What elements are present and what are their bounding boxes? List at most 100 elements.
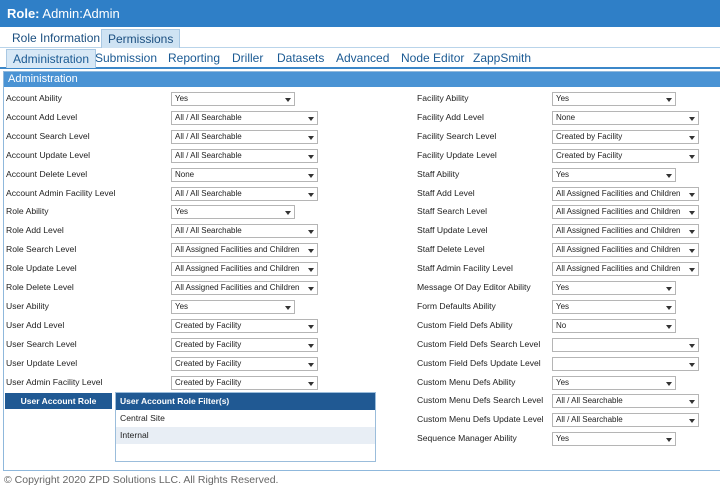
select-user-add-level[interactable]: Created by Facility: [171, 318, 318, 333]
select-facility-add-level[interactable]: None: [552, 110, 699, 125]
chevron-down-icon: [666, 98, 672, 102]
select-custom-field-defs-update-level[interactable]: [552, 356, 699, 371]
select-value: All Assigned Facilities and Children: [556, 264, 681, 274]
chevron-down-icon: [689, 400, 695, 405]
select-role-add-level[interactable]: All / All Searchable: [171, 224, 318, 239]
select-custom-menu-defs-update-level[interactable]: All / All Searchable: [552, 413, 699, 428]
select-value: Yes: [556, 377, 570, 387]
role-filter-dropdown[interactable]: User Account Role Filter(s) Central Site…: [115, 392, 376, 462]
field-label-user-admin-facility-level: User Admin Facility Level: [6, 376, 103, 387]
select-staff-admin-facility-level[interactable]: All Assigned Facilities and Children: [552, 262, 699, 277]
tab-role-information[interactable]: Role Information: [6, 29, 106, 48]
primary-tab-bar: Role Information Permissions: [0, 28, 720, 48]
select-value: Yes: [175, 301, 189, 311]
chevron-down-icon: [689, 268, 695, 273]
field-label-custom-field-defs-update-level: Custom Field Defs Update Level: [417, 357, 541, 368]
chevron-down-icon: [308, 249, 314, 254]
select-user-admin-facility-level[interactable]: Created by Facility: [171, 375, 318, 390]
field-label-user-ability: User Ability: [6, 300, 49, 311]
select-facility-update-level[interactable]: Created by Facility: [552, 148, 699, 163]
select-custom-menu-defs-search-level[interactable]: All / All Searchable: [552, 394, 699, 409]
tab-driller[interactable]: Driller: [226, 49, 269, 68]
select-value: Yes: [175, 207, 189, 217]
section-title: Administration: [4, 72, 720, 87]
select-form-defaults-ability[interactable]: Yes: [552, 299, 676, 314]
select-user-update-level[interactable]: Created by Facility: [171, 356, 318, 371]
tab-zappsmith[interactable]: ZappSmith: [467, 49, 537, 68]
dropdown-option-central-site[interactable]: Central Site: [116, 410, 375, 427]
select-value: All / All Searchable: [175, 131, 242, 141]
field-label-role-ability: Role Ability: [6, 206, 49, 217]
chevron-down-icon: [285, 211, 291, 216]
chevron-down-icon: [689, 116, 695, 121]
select-value: Created by Facility: [175, 320, 242, 330]
tab-submission[interactable]: Submission: [89, 49, 163, 68]
select-account-delete-level[interactable]: None: [171, 167, 318, 182]
select-value: All / All Searchable: [175, 112, 242, 122]
select-account-search-level[interactable]: All / All Searchable: [171, 129, 318, 144]
chevron-down-icon: [666, 438, 672, 443]
chevron-down-icon: [308, 192, 314, 197]
field-label-role-add-level: Role Add Level: [6, 225, 64, 236]
select-account-ability[interactable]: Yes: [171, 92, 295, 106]
select-custom-field-defs-ability[interactable]: No: [552, 318, 676, 333]
select-staff-delete-level[interactable]: All Assigned Facilities and Children: [552, 243, 699, 258]
field-label-facility-ability: Facility Ability: [417, 93, 469, 103]
select-staff-add-level[interactable]: All Assigned Facilities and Children: [552, 186, 699, 201]
select-value: Yes: [175, 94, 189, 103]
field-label-staff-ability: Staff Ability: [417, 168, 460, 179]
select-staff-update-level[interactable]: All Assigned Facilities and Children: [552, 224, 699, 239]
tab-reporting[interactable]: Reporting: [162, 49, 226, 68]
select-role-search-level[interactable]: All Assigned Facilities and Children: [171, 243, 318, 258]
field-label-account-update-level: Account Update Level: [6, 149, 91, 160]
select-account-add-level[interactable]: All / All Searchable: [171, 110, 318, 125]
field-label-staff-admin-facility-level: Staff Admin Facility Level: [417, 263, 513, 274]
select-value: Created by Facility: [175, 339, 242, 349]
select-staff-ability[interactable]: Yes: [552, 167, 676, 182]
secondary-tab-bar: Administration Submission Reporting Dril…: [0, 49, 720, 69]
chevron-down-icon: [689, 211, 695, 216]
select-custom-menu-defs-ability[interactable]: Yes: [552, 375, 676, 390]
tab-node-editor[interactable]: Node Editor: [395, 49, 470, 68]
select-value: No: [556, 320, 567, 330]
select-value: None: [175, 169, 195, 179]
dropdown-option-internal[interactable]: Internal: [116, 427, 375, 444]
select-value: All Assigned Facilities and Children: [556, 188, 681, 198]
title-role-name: Admin:Admin: [42, 6, 120, 21]
select-account-update-level[interactable]: All / All Searchable: [171, 148, 318, 163]
select-staff-search-level[interactable]: All Assigned Facilities and Children: [552, 205, 699, 220]
tab-permissions[interactable]: Permissions: [101, 29, 181, 48]
tab-advanced[interactable]: Advanced: [330, 49, 395, 68]
select-value: Created by Facility: [556, 131, 623, 141]
chevron-down-icon: [285, 305, 291, 310]
select-custom-field-defs-search-level[interactable]: [552, 337, 699, 352]
field-label-message-of-day-editor-ability: Message Of Day Editor Ability: [417, 282, 531, 292]
field-label-user-add-level: User Add Level: [6, 319, 65, 330]
select-user-search-level[interactable]: Created by Facility: [171, 337, 318, 352]
field-label-user-update-level: User Update Level: [6, 357, 78, 368]
field-label-user-search-level: User Search Level: [6, 338, 77, 349]
select-message-of-day-editor-ability[interactable]: Yes: [552, 281, 676, 295]
chevron-down-icon: [689, 192, 695, 197]
select-value: All Assigned Facilities and Children: [556, 226, 681, 236]
select-value: All / All Searchable: [175, 188, 242, 198]
chevron-down-icon: [666, 324, 672, 329]
select-user-ability[interactable]: Yes: [171, 299, 295, 314]
select-sequence-manager-ability[interactable]: Yes: [552, 432, 676, 447]
select-role-update-level[interactable]: All Assigned Facilities and Children: [171, 262, 318, 277]
field-label-account-ability: Account Ability: [6, 93, 62, 103]
select-facility-search-level[interactable]: Created by Facility: [552, 129, 699, 144]
field-label-sequence-manager-ability: Sequence Manager Ability: [417, 433, 517, 444]
select-role-ability[interactable]: Yes: [171, 205, 295, 220]
chevron-down-icon: [308, 116, 314, 121]
chevron-down-icon: [308, 154, 314, 159]
select-role-delete-level[interactable]: All Assigned Facilities and Children: [171, 281, 318, 295]
select-account-admin-facility-level[interactable]: All / All Searchable: [171, 186, 318, 201]
title-prefix: Role:: [7, 6, 40, 21]
select-facility-ability[interactable]: Yes: [552, 92, 676, 106]
tab-datasets[interactable]: Datasets: [271, 49, 330, 68]
user-account-role-filter-button[interactable]: User Account Role Filter(s): [5, 393, 112, 422]
field-label-staff-update-level: Staff Update Level: [417, 225, 488, 236]
tab-administration[interactable]: Administration: [6, 49, 97, 68]
select-value: Created by Facility: [175, 377, 242, 387]
